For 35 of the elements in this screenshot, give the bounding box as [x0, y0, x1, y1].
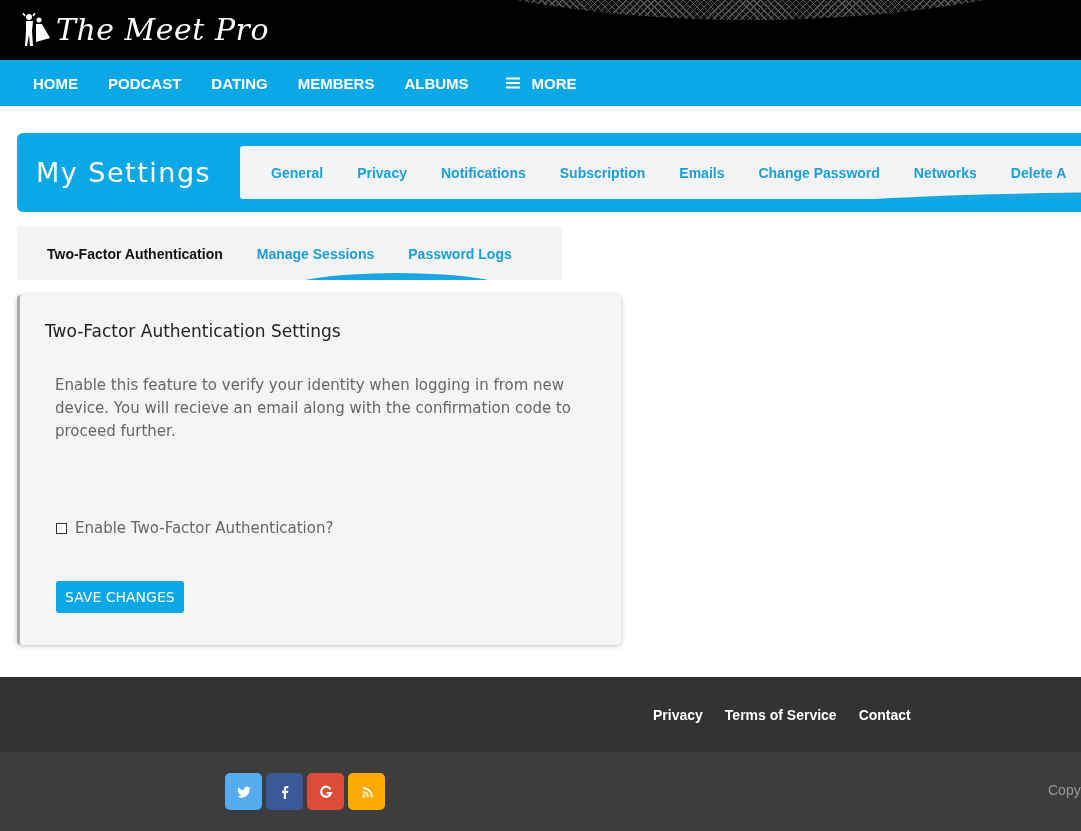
social-button[interactable] — [225, 773, 262, 810]
card-title: Two-Factor Authentication Settings — [45, 321, 342, 341]
save-changes-button[interactable]: SAVE CHANGES — [56, 581, 184, 613]
settings-tab[interactable]: Notifications — [423, 164, 543, 181]
footer-link[interactable]: Terms of Service — [713, 706, 848, 723]
nav-link[interactable]: MEMBERS — [282, 74, 390, 92]
nav-link[interactable]: DATING — [196, 74, 283, 92]
settings-tab[interactable]: Networks — [896, 164, 994, 181]
nav-link[interactable]: HOME — [18, 74, 93, 92]
subtab[interactable]: Password Logs — [391, 245, 529, 262]
copyright-text: Copy — [1048, 782, 1081, 798]
checkbox-label: Enable Two-Factor Authentication? — [75, 519, 334, 537]
settings-tab[interactable]: General — [254, 164, 341, 181]
google-icon — [318, 784, 333, 799]
menu-icon — [505, 77, 520, 89]
subtab[interactable]: Manage Sessions — [239, 245, 392, 262]
settings-tab[interactable]: Emails — [662, 164, 742, 181]
subtab[interactable]: Two-Factor Authentication — [30, 245, 240, 262]
settings-tab[interactable]: Change Password — [741, 164, 897, 181]
footer-link[interactable]: Privacy — [642, 706, 714, 723]
dancers-logo-icon — [22, 12, 52, 47]
checkbox[interactable] — [56, 522, 67, 534]
page-title: My Settings — [35, 157, 213, 188]
settings-tab[interactable]: Subscription — [542, 164, 663, 181]
twitter-bird-icon — [236, 784, 251, 799]
nav-link[interactable]: ALBUMS — [389, 74, 484, 92]
footer-link[interactable]: Contact — [847, 706, 922, 723]
logo-text[interactable]: The Meet Pro — [56, 12, 270, 47]
nav-link[interactable]: PODCAST — [93, 74, 197, 92]
settings-tab[interactable]: Delete A — [993, 164, 1081, 181]
social-button[interactable] — [307, 773, 344, 810]
social-button[interactable] — [266, 773, 303, 810]
more-menu-link[interactable]: MORE — [490, 74, 592, 92]
settings-tab[interactable]: Privacy — [340, 164, 424, 181]
description-text: Enable this feature to verify your identity when logging in from new device. You will recieve an email along with the confirmation code to proceed further. — [55, 375, 573, 442]
